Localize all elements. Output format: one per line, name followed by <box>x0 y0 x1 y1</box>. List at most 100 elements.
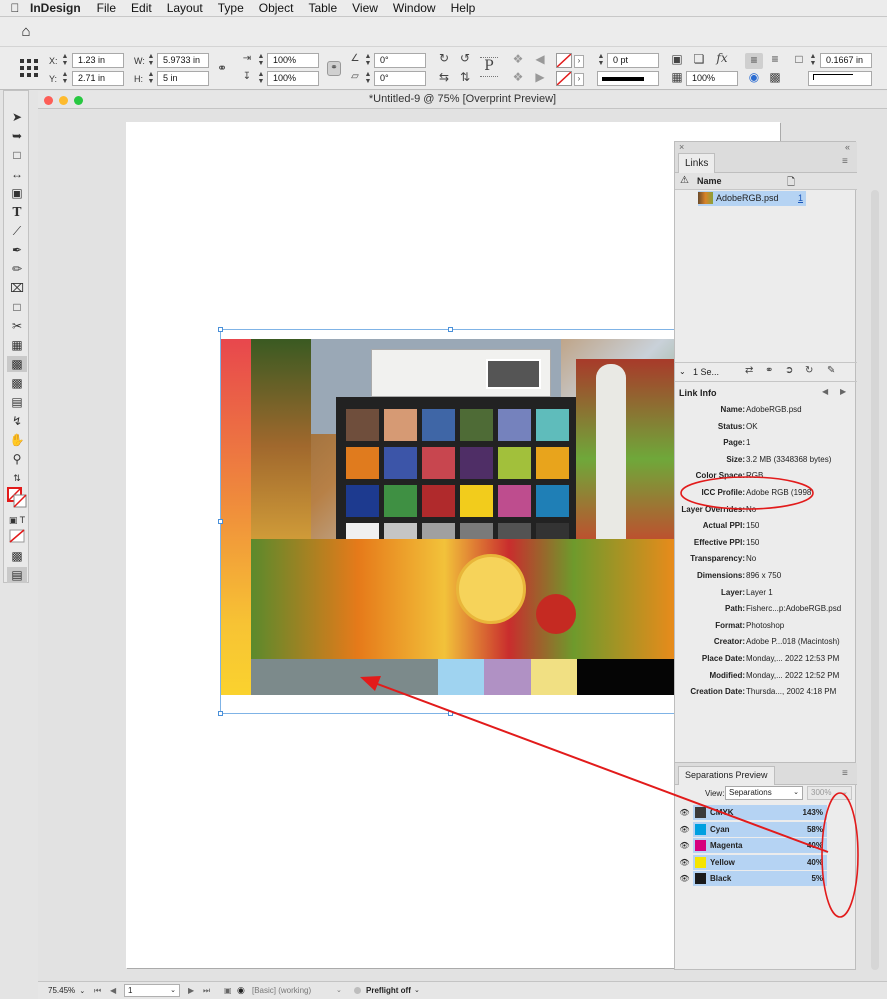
h-stepper[interactable]: ▲ ▼ <box>146 71 156 86</box>
fill-none-icon[interactable] <box>556 53 572 68</box>
scale-x-stepper[interactable]: ▲ ▼ <box>256 53 266 68</box>
hand-tool-icon[interactable]: ✋ <box>7 432 27 448</box>
direct-selection-tool-icon[interactable]: ➥ <box>7 128 27 144</box>
cc-status-icon[interactable]: ◉ <box>237 982 245 999</box>
next-link-icon[interactable]: ▶ <box>840 387 846 396</box>
style-chevron-icon[interactable]: ⌄ <box>336 982 342 999</box>
vertical-scrollbar[interactable] <box>871 190 879 970</box>
links-panel-menu-icon[interactable]: ≡ <box>842 156 848 167</box>
next-page-icon[interactable]: ▶ <box>188 982 194 999</box>
menu-edit[interactable]: Edit <box>131 1 152 15</box>
corner-shape-dropdown[interactable] <box>808 71 872 86</box>
link-row[interactable]: AdobeRGB.psd 1 <box>698 191 806 206</box>
fill-dropdown[interactable]: › <box>574 55 584 68</box>
link-scale-icon[interactable]: ⚭ <box>327 61 341 76</box>
frame-handle-tl[interactable] <box>218 327 223 332</box>
separations-menu-icon[interactable]: ≡ <box>842 768 848 779</box>
apply-none-icon[interactable] <box>7 529 27 545</box>
separation-visibility-icon[interactable]: 👁 <box>679 838 690 853</box>
separations-tab[interactable]: Separations Preview <box>678 766 775 785</box>
menu-view[interactable]: View <box>352 1 378 15</box>
note-tool-icon[interactable]: ▤ <box>7 394 27 410</box>
separation-row-cyan[interactable]: Cyan 58% <box>693 821 827 837</box>
stroke-weight-field[interactable]: 0 pt <box>607 53 659 68</box>
warning-icon[interactable]: ⚠ <box>680 175 689 186</box>
view-dropdown[interactable]: Separations ⌄ <box>725 786 803 800</box>
drop-shadow-icon[interactable]: ❏ <box>692 52 706 66</box>
relink-cc-icon[interactable]: ⇄ <box>745 365 753 376</box>
link-page-number[interactable]: 1 <box>798 193 803 203</box>
preflight-status[interactable]: Preflight off <box>366 982 411 999</box>
zoom-dropdown[interactable]: 300% ⌄ <box>807 786 852 800</box>
preflight-chevron-icon[interactable]: ⌄ <box>414 982 420 999</box>
toggle-pages-icon[interactable]: ▣ <box>224 982 232 999</box>
select-next-icon[interactable]: ▶ <box>533 70 547 84</box>
screen-mode-icon[interactable]: ▩ <box>7 548 27 564</box>
menu-window[interactable]: Window <box>393 1 436 15</box>
constrain-proportions-icon[interactable]: ⚭ <box>215 61 229 75</box>
stroke-none-icon[interactable] <box>556 71 572 86</box>
document-style[interactable]: [Basic] (working) <box>252 982 311 999</box>
formatting-container-icon[interactable]: ▣ T <box>7 512 27 528</box>
menu-help[interactable]: Help <box>451 1 476 15</box>
stroke-dropdown[interactable]: › <box>574 73 584 86</box>
rectangle-frame-tool-icon[interactable]: ⌧ <box>7 280 27 296</box>
gradient-swatch-tool-icon[interactable]: ▩ <box>7 356 27 372</box>
separation-row-black[interactable]: Black 5% <box>693 871 827 887</box>
page-number-field[interactable]: 1 ⌄ <box>124 984 180 997</box>
menu-layout[interactable]: Layout <box>167 1 203 15</box>
frame-handle-bc[interactable] <box>448 711 453 716</box>
x-field[interactable]: 1.23 in <box>72 53 124 68</box>
separation-visibility-icon[interactable]: 👁 <box>679 822 690 837</box>
scale-x-field[interactable]: 100% <box>267 53 319 68</box>
rotate-stepper[interactable]: ▲ ▼ <box>363 53 373 68</box>
line-tool-icon[interactable]: ⟋ <box>7 223 27 239</box>
separation-visibility-icon[interactable]: 👁 <box>679 805 690 820</box>
show-info-chevron-icon[interactable]: ⌄ <box>679 367 686 376</box>
flip-horizontal-icon[interactable]: ⇆ <box>437 70 451 84</box>
relink-icon[interactable]: ⚭ <box>765 365 773 376</box>
first-page-icon[interactable]: ⏮ <box>94 982 101 999</box>
separation-visibility-icon[interactable]: 👁 <box>679 871 690 886</box>
stroke-type-dropdown[interactable] <box>597 71 659 86</box>
page-column-icon[interactable]: 🗋 <box>787 175 795 192</box>
default-colors-icon[interactable]: ⇅ <box>7 470 27 486</box>
name-column-header[interactable]: Name <box>697 176 722 186</box>
offset-field[interactable]: 0.1667 in <box>820 53 872 68</box>
reference-point-icon[interactable] <box>20 59 38 77</box>
update-link-icon[interactable]: ↻ <box>805 365 813 376</box>
selected-graphic-frame[interactable] <box>220 329 680 714</box>
edit-original-icon[interactable]: ✎ <box>827 365 835 376</box>
selection-tool-icon[interactable]: ➤ <box>7 109 27 125</box>
w-field[interactable]: 5.9733 in <box>157 53 209 68</box>
frame-handle-tc[interactable] <box>448 327 453 332</box>
menu-type[interactable]: Type <box>218 1 244 15</box>
text-wrap-icon[interactable]: ▣ <box>670 52 684 66</box>
panel-collapse-icon[interactable]: « <box>845 142 850 152</box>
goto-link-icon[interactable]: ➲ <box>785 365 793 376</box>
home-icon[interactable]: ⌂ <box>17 23 35 41</box>
color-swatch-icon[interactable]: ◉ <box>745 70 763 84</box>
rotate-field[interactable]: 0° <box>374 53 426 68</box>
links-tab[interactable]: Links <box>678 153 716 173</box>
select-content-icon[interactable]: ❖ <box>511 70 525 84</box>
fill-stroke-swatch-icon[interactable] <box>7 487 27 509</box>
app-menu[interactable]: InDesign <box>30 1 81 15</box>
rectangle-tool-icon[interactable]: □ <box>7 299 27 315</box>
shear-field[interactable]: 0° <box>374 71 426 86</box>
panel-close-icon[interactable]: × <box>679 142 684 152</box>
h-field[interactable]: 5 in <box>157 71 209 86</box>
previous-link-icon[interactable]: ◀ <box>822 387 828 396</box>
y-field[interactable]: 2.71 in <box>72 71 124 86</box>
page-tool-icon[interactable]: □ <box>7 147 27 163</box>
y-stepper[interactable]: ▲ ▼ <box>60 71 70 86</box>
pen-tool-icon[interactable]: ✒ <box>7 242 27 258</box>
menu-table[interactable]: Table <box>308 1 337 15</box>
menu-object[interactable]: Object <box>259 1 294 15</box>
align-center-icon[interactable]: ≡ <box>768 52 782 66</box>
free-transform-tool-icon[interactable]: ▦ <box>7 337 27 353</box>
zoom-level-dropdown[interactable]: 75.45% ⌄ <box>42 982 88 999</box>
gradient-feather-tool-icon[interactable]: ▩ <box>7 375 27 391</box>
select-previous-icon[interactable]: ◀ <box>533 52 547 66</box>
separation-row-magenta[interactable]: Magenta 40% <box>693 838 827 854</box>
